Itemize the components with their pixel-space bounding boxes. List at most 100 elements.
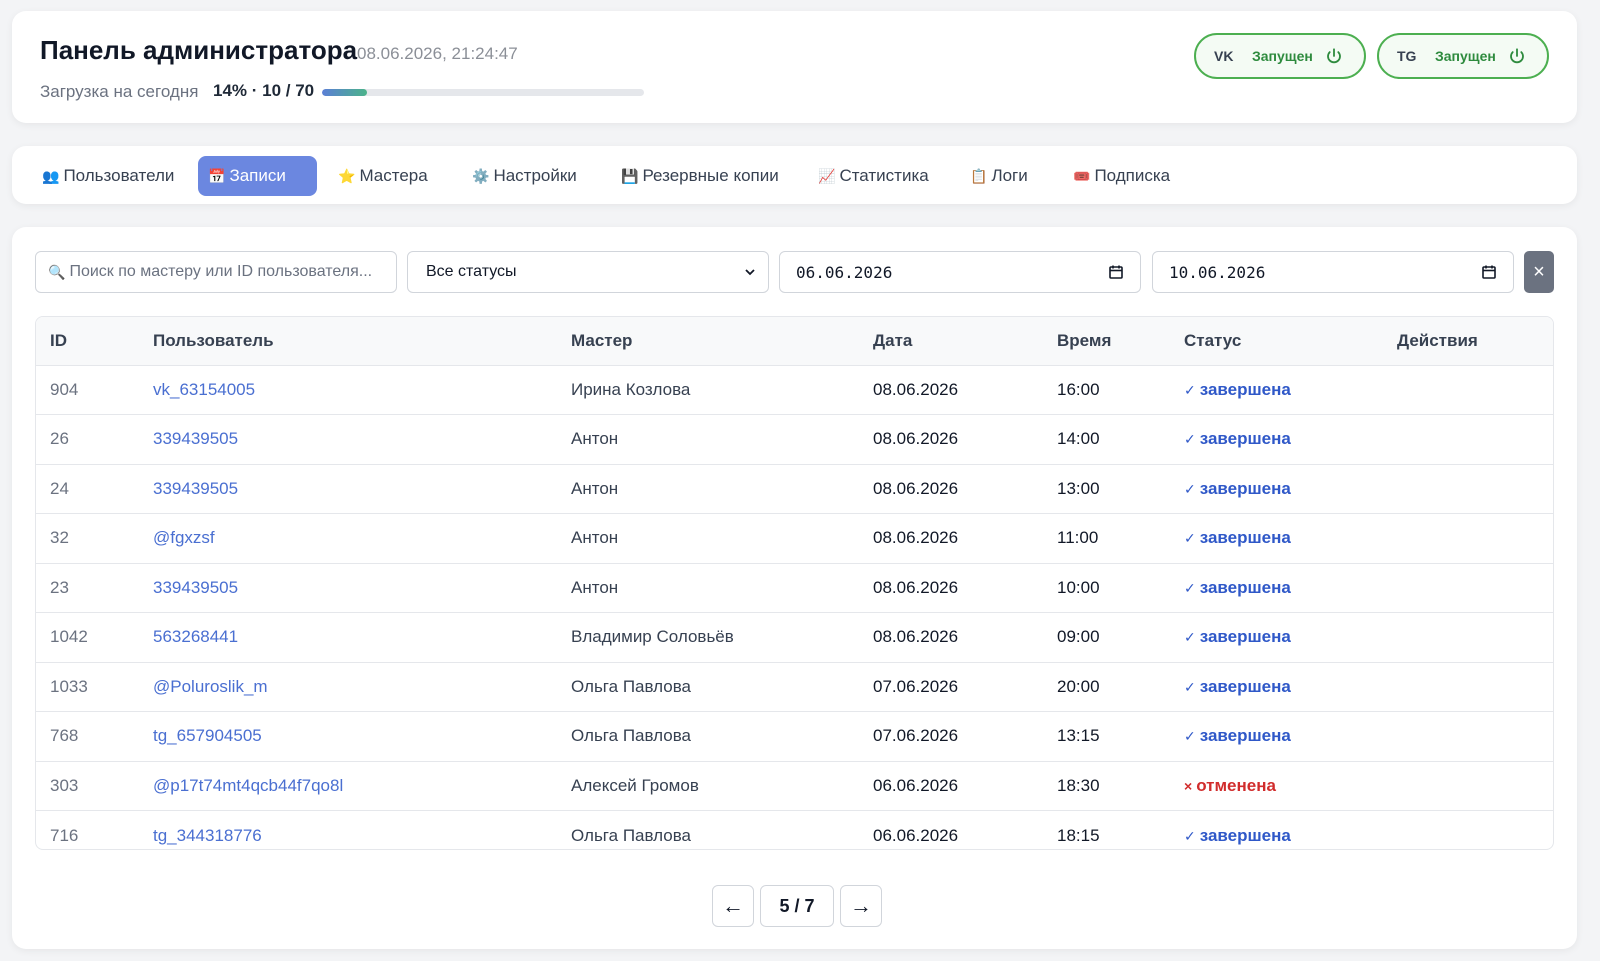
cell-user-link[interactable]: @Poluroslik_m [139, 662, 557, 712]
floppy-icon: 💾 [621, 167, 639, 184]
cell-user-link[interactable]: @p17t74mt4qcb44f7qo8l [139, 761, 557, 811]
cell-date: 08.06.2026 [873, 379, 959, 399]
date-from-value: 06.06.2026 [796, 262, 893, 282]
status-text: завершена [1199, 379, 1291, 399]
date-to-value: 10.06.2026 [1169, 262, 1266, 282]
tab-logs[interactable]: 📋 Логи [960, 156, 1038, 196]
cell-user-link[interactable]: tg_344318776 [139, 811, 557, 850]
vk-service-code: VK [1214, 48, 1234, 64]
cell-id: 904 [50, 379, 79, 399]
search-placeholder: Поиск по мастеру или ID пользователя... [69, 263, 373, 280]
cell-actions [1383, 365, 1553, 415]
cell-master: Антон [571, 429, 619, 449]
cell-id: 768 [50, 726, 79, 746]
check-icon: ✓ [1184, 480, 1196, 497]
cell-actions [1383, 761, 1553, 811]
load-progress-bar [322, 89, 644, 96]
tab-statistics[interactable]: 📈 Статистика [808, 156, 939, 196]
cell-user-link[interactable]: 339439505 [139, 464, 557, 514]
cell-time: 11:00 [1057, 528, 1099, 548]
cell-status: ✓ завершена [1170, 613, 1383, 663]
gear-icon: ⚙️ [472, 167, 490, 184]
status-text: завершена [1199, 577, 1291, 597]
tab-bookings[interactable]: 📅 Записи [198, 156, 317, 196]
cell-user-link[interactable]: 563268441 [139, 613, 557, 663]
status-filter-select[interactable]: Все статусы [407, 251, 769, 293]
tab-masters[interactable]: ⭐ Мастера [328, 156, 438, 196]
cell-status: ✓ завершена [1170, 365, 1383, 415]
cell-user-link[interactable]: tg_657904505 [139, 712, 557, 762]
cell-user-link[interactable]: @fgxzsf [139, 514, 557, 564]
cell-master: Алексей Громов [571, 775, 699, 795]
cell-status: ✓ завершена [1170, 811, 1383, 850]
tab-settings[interactable]: ⚙️ Настройки [462, 156, 587, 196]
tab-label: Подписка [1094, 166, 1171, 185]
cell-id: 716 [50, 825, 79, 845]
cell-master: Антон [571, 577, 619, 597]
current-timestamp: 08.06.2026, 21:24:47 [357, 44, 518, 63]
tab-backups[interactable]: 💾 Резервные копии [611, 156, 789, 196]
chart-icon: 📈 [818, 167, 836, 184]
table-row: 24 339439505 Антон 08.06.2026 13:00 ✓ завершен… [36, 464, 1553, 514]
tg-service-toggle[interactable]: TG Запущен [1377, 33, 1549, 79]
tab-label: Пользователи [63, 166, 175, 185]
cell-user-link[interactable]: 339439505 [139, 563, 557, 613]
clipboard-icon: 📋 [970, 167, 988, 184]
chevron-down-icon [745, 269, 755, 276]
cell-date: 08.06.2026 [873, 627, 959, 647]
header-panel: Панель администратора 08.06.2026, 21:24:… [12, 11, 1577, 123]
date-from-field[interactable]: 06.06.2026 [779, 251, 1141, 293]
column-header-date: Дата [873, 330, 913, 350]
cell-date: 08.06.2026 [873, 577, 959, 597]
table-row: 1042 563268441 Владимир Соловьёв 08.06.2026… [36, 612, 1553, 663]
cell-status: × отменена [1170, 761, 1383, 811]
calendar-picker-icon[interactable] [1481, 264, 1497, 280]
cell-date: 07.06.2026 [873, 676, 959, 696]
status-filter-value: Все статусы [426, 263, 517, 280]
check-icon: ✓ [1184, 827, 1196, 844]
cell-status: ✓ завершена [1170, 464, 1383, 514]
cell-id: 23 [50, 577, 69, 597]
check-icon: ✓ [1184, 431, 1196, 448]
table-header-row: ID Пользователь Мастер Дата Время Статус… [36, 317, 1553, 365]
status-text: завершена [1199, 726, 1291, 746]
cell-actions [1383, 712, 1553, 762]
prev-page-button[interactable]: ← [712, 885, 754, 927]
power-icon [1509, 48, 1524, 64]
bookings-table: ID Пользователь Мастер Дата Время Статус… [35, 316, 1554, 850]
cell-actions [1383, 514, 1553, 564]
cell-master: Ольга Павлова [571, 726, 691, 746]
tab-label: Резервные копии [642, 166, 779, 185]
table-row: 768 tg_657904505 Ольга Павлова 07.06.2026 13… [36, 711, 1553, 762]
tab-label: Настройки [493, 166, 577, 185]
tab-users[interactable]: 👥 Пользователи [32, 156, 184, 196]
cell-user-link[interactable]: vk_63154005 [139, 365, 557, 415]
check-icon: ✓ [1184, 381, 1196, 398]
check-icon: ✓ [1184, 629, 1196, 646]
cell-time: 14:00 [1057, 429, 1100, 449]
clear-filters-button[interactable]: × [1524, 251, 1554, 293]
ticket-icon: 🎟️ [1073, 167, 1091, 184]
cell-id: 32 [50, 528, 69, 548]
cell-user-link[interactable]: 339439505 [139, 415, 557, 465]
vk-service-state: Запущен [1252, 48, 1313, 64]
cell-status: ✓ завершена [1170, 415, 1383, 465]
date-to-field[interactable]: 10.06.2026 [1152, 251, 1514, 293]
next-page-button[interactable]: → [840, 885, 882, 927]
power-icon [1326, 48, 1341, 64]
cell-actions [1383, 464, 1553, 514]
cell-actions [1383, 563, 1553, 613]
column-header-actions: Действия [1397, 330, 1478, 350]
cell-status: ✓ завершена [1170, 662, 1383, 712]
search-input[interactable]: 🔍 Поиск по мастеру или ID пользователя..… [35, 251, 397, 293]
load-progress-fill [322, 89, 368, 96]
cell-time: 18:30 [1057, 775, 1100, 795]
calendar-picker-icon[interactable] [1108, 264, 1124, 280]
table-row: 23 339439505 Антон 08.06.2026 10:00 ✓ завершен… [36, 563, 1553, 613]
tab-subscription[interactable]: 🎟️ Подписка [1063, 156, 1180, 196]
vk-service-toggle[interactable]: VK Запущен [1194, 33, 1366, 79]
cell-date: 08.06.2026 [873, 429, 959, 449]
status-text: завершена [1199, 429, 1291, 449]
status-text: завершена [1199, 627, 1291, 647]
tg-service-state: Запущен [1435, 48, 1496, 64]
